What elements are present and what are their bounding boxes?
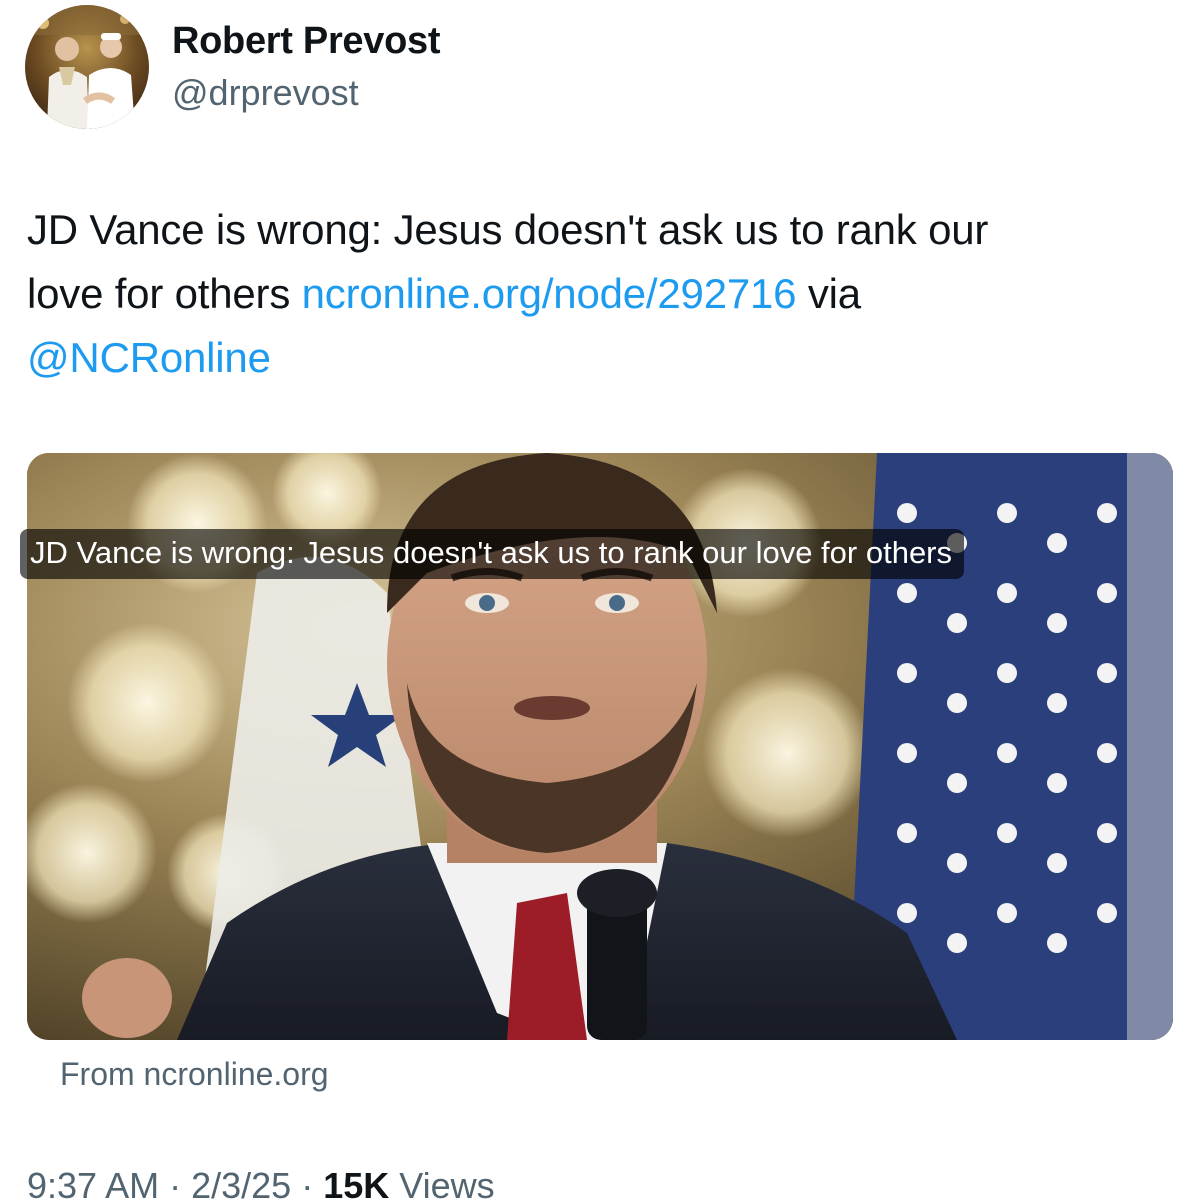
meta-separator: · [159,1165,192,1200]
tweet-text-line-1: JD Vance is wrong: Jesus doesn't ask us … [27,206,989,253]
tweet-time[interactable]: 9:37 AM [27,1165,159,1200]
author-handle[interactable]: @drprevost [172,72,359,114]
tweet-container: Robert Prevost @drprevost JD Vance is wr… [0,0,1200,1200]
tweet-text-line-2-prefix: love for others [27,270,302,317]
tweet-text-line-2-suffix: via [796,270,861,317]
author-display-name[interactable]: Robert Prevost [172,20,441,63]
article-link[interactable]: ncronline.org/node/292716 [302,270,797,317]
card-source-domain[interactable]: From ncronline.org [60,1056,329,1093]
tweet-text: JD Vance is wrong: Jesus doesn't ask us … [27,198,1177,390]
tweet-text-line-2: love for others ncronline.org/node/29271… [27,262,1177,326]
avatar-photo-icon [25,5,149,129]
meta-separator: · [291,1165,324,1200]
tweet-date[interactable]: 2/3/25 [191,1165,291,1200]
tweet-text-line-3: @NCRonline [27,326,1177,390]
views-count[interactable]: 15K [323,1165,389,1200]
author-avatar[interactable] [25,5,149,129]
card-headline[interactable]: JD Vance is wrong: Jesus doesn't ask us … [20,529,965,579]
views-label: Views [389,1165,495,1200]
tweet-meta: 9:37 AM · 2/3/25 · 15K Views [27,1165,495,1200]
mention-link[interactable]: @NCRonline [27,334,271,381]
